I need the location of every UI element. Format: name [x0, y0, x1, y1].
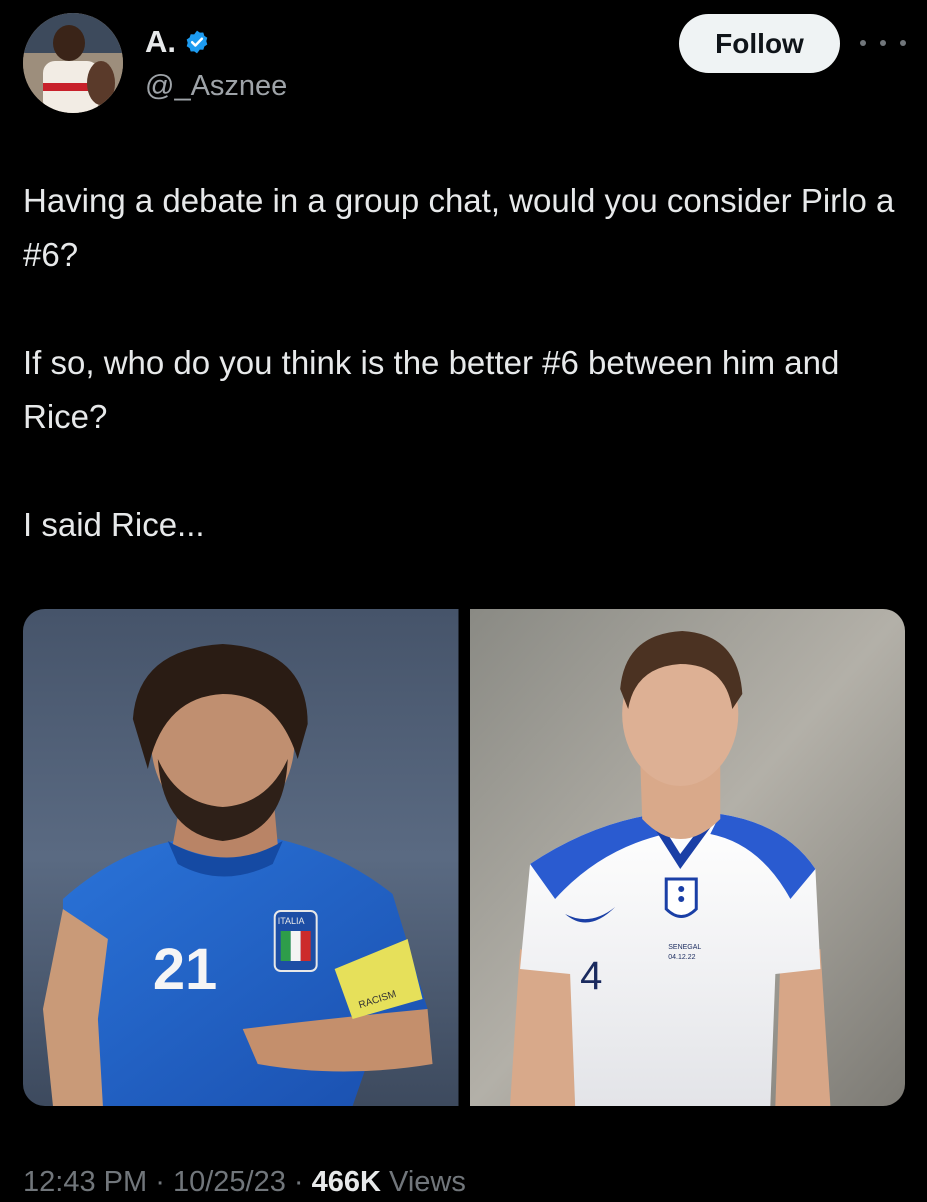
tweet-meta: 12:43 PM · 10/25/23 · 466K Views	[23, 1162, 466, 1202]
media-photo-left[interactable]: 21 ITALIA RACISM	[23, 609, 459, 1106]
tweet-paragraph: I said Rice...	[23, 506, 205, 543]
author-handle[interactable]: @_Asznee	[145, 68, 287, 104]
shirt-caption-line1: SENEGAL	[668, 944, 701, 951]
player-photo-pirlo: 21 ITALIA RACISM	[23, 609, 459, 1106]
profile-photo	[23, 13, 123, 113]
media-grid: 21 ITALIA RACISM 4 SENEGAL 04.12.22	[23, 609, 905, 1106]
badge-text-left: ITALIA	[278, 916, 305, 926]
follow-button[interactable]: Follow	[679, 14, 840, 73]
tweet-paragraph: If so, who do you think is the better #6…	[23, 344, 840, 435]
shirt-number-left: 21	[153, 938, 217, 1002]
tweet-date[interactable]: 10/25/23	[173, 1166, 286, 1198]
more-dot	[880, 40, 886, 46]
more-dot	[900, 40, 906, 46]
views-count: 466K	[311, 1166, 381, 1198]
meta-separator: ·	[293, 1166, 304, 1198]
verified-badge-icon	[186, 30, 208, 54]
views-label: Views	[389, 1166, 466, 1198]
tweet-header: A. @_Asznee Follow	[0, 0, 927, 130]
author-name-row: A.	[145, 24, 210, 60]
tweet-time[interactable]: 12:43 PM	[23, 1166, 147, 1198]
shirt-caption-line2: 04.12.22	[668, 954, 695, 961]
tweet-paragraph: Having a debate in a group chat, would y…	[23, 182, 895, 273]
meta-separator: ·	[155, 1166, 165, 1198]
player-photo-rice: 4 SENEGAL 04.12.22	[469, 609, 905, 1106]
avatar[interactable]	[23, 13, 123, 113]
more-options-icon[interactable]	[860, 30, 906, 56]
tweet-text: Having a debate in a group chat, would y…	[23, 174, 903, 552]
display-name[interactable]: A.	[145, 24, 176, 60]
media-photo-right[interactable]: 4 SENEGAL 04.12.22	[469, 609, 905, 1106]
shirt-number-right: 4	[580, 954, 602, 998]
more-dot	[860, 40, 866, 46]
